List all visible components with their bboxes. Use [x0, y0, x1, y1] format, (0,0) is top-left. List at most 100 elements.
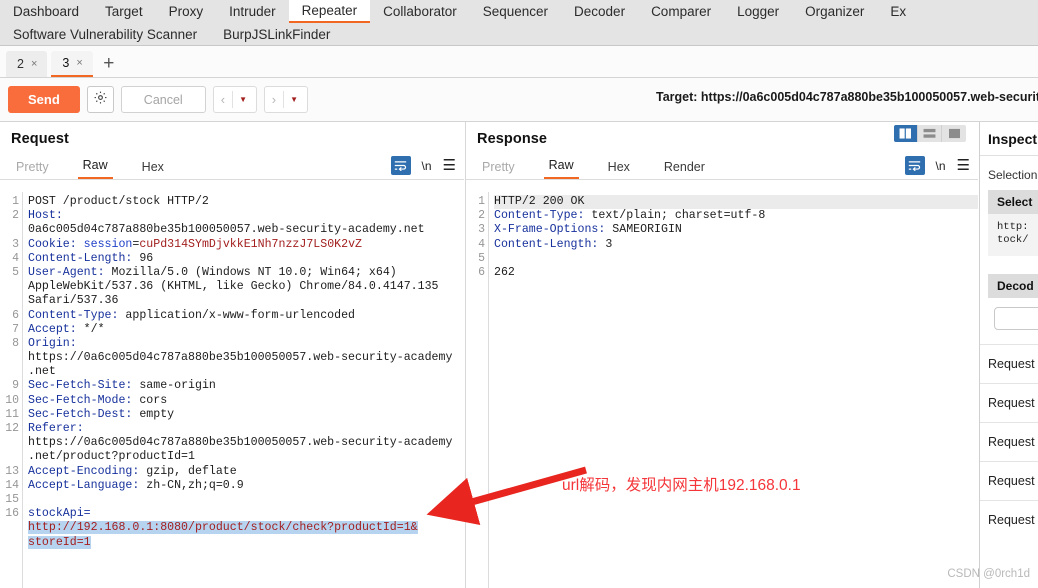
word-wrap-icon[interactable]: [390, 156, 411, 175]
request-tab-raw[interactable]: Raw: [77, 158, 113, 179]
main-tab-decoder[interactable]: Decoder: [561, 0, 638, 23]
response-code-content[interactable]: HTTP/2 200 OK Content-Type: text/plain; c…: [488, 192, 978, 588]
main-tab-logger[interactable]: Logger: [724, 0, 792, 23]
main-tab-ex[interactable]: Ex: [877, 0, 919, 23]
line-number: 1: [478, 195, 485, 208]
chevron-down-icon[interactable]: ▼: [233, 95, 253, 104]
main-tab-proxy[interactable]: Proxy: [156, 0, 217, 23]
main-tab-sequencer[interactable]: Sequencer: [470, 0, 561, 23]
code-span: Safari/537.36: [28, 294, 119, 308]
response-tab-hex[interactable]: Hex: [603, 160, 635, 179]
request-tab-hex[interactable]: Hex: [137, 160, 169, 179]
code-line: Origin:: [28, 337, 464, 351]
response-tab-raw[interactable]: Raw: [543, 158, 579, 179]
code-span: Cookie:: [28, 237, 84, 251]
inspector-row-3[interactable]: Request: [980, 422, 1038, 461]
line-number: 4: [12, 251, 19, 265]
main-tab-intruder[interactable]: Intruder: [216, 0, 289, 23]
main-tab-organizer[interactable]: Organizer: [792, 0, 877, 23]
code-span: Content-Type:: [28, 308, 126, 322]
layout-side-by-side-button[interactable]: [894, 125, 918, 142]
code-span: Sec-Fetch-Mode:: [28, 393, 140, 407]
line-number: 1: [12, 195, 19, 208]
code-line: https://0a6c005d04c787a880be35b100050057…: [28, 351, 464, 365]
request-tab-pretty[interactable]: Pretty: [11, 160, 54, 179]
response-editor[interactable]: 123456 HTTP/2 200 OK Content-Type: text/p…: [466, 192, 978, 588]
word-wrap-icon[interactable]: [904, 156, 925, 175]
request-code-content[interactable]: POST /product/stock HTTP/2 Host: 0a6c005d0…: [22, 192, 464, 588]
repeater-tab-label: 2: [17, 57, 24, 71]
burp-suite-window: Dashboard Target Proxy Intruder Repeater Coll…: [0, 0, 1038, 588]
main-tab-bar: Dashboard Target Proxy Intruder Repeater Coll…: [0, 0, 1038, 46]
code-span: https://0a6c005d04c787a880be35b100050057…: [28, 436, 453, 450]
cancel-button[interactable]: Cancel: [120, 86, 206, 113]
main-tab-row-primary: Dashboard Target Proxy Intruder Repeater Coll…: [0, 0, 1038, 23]
main-tab-software-vulnerability-scanner[interactable]: Software Vulnerability Scanner: [0, 23, 210, 46]
repeater-tab-2[interactable]: 2 ×: [6, 51, 48, 77]
main-tab-target[interactable]: Target: [92, 0, 156, 23]
send-button[interactable]: Send: [8, 86, 80, 113]
code-span: session: [83, 237, 133, 251]
main-tab-label: BurpJSLinkFinder: [223, 27, 331, 42]
chevron-right-icon: ›: [271, 92, 277, 107]
target-url-label: Target: https://0a6c005d04c787a880be35b1…: [656, 90, 1038, 104]
main-tab-label: Comparer: [651, 4, 712, 19]
code-span: cors: [139, 393, 168, 407]
show-newlines-icon[interactable]: \n: [422, 159, 432, 173]
main-tab-dashboard[interactable]: Dashboard: [0, 0, 92, 23]
add-repeater-tab-button[interactable]: +: [97, 51, 121, 77]
forward-nav-button[interactable]: › ▼: [263, 86, 308, 113]
line-number: 9: [12, 379, 19, 393]
main-tab-collaborator[interactable]: Collaborator: [370, 0, 470, 23]
inspector-row-2[interactable]: Request: [980, 383, 1038, 422]
inspector-decoded-input[interactable]: [994, 307, 1038, 330]
code-line: Sec-Fetch-Mode: cors: [28, 394, 464, 408]
response-tab-render[interactable]: Render: [659, 160, 710, 179]
chevron-down-icon[interactable]: ▼: [284, 95, 304, 104]
code-line: Sec-Fetch-Site: same-origin: [28, 379, 464, 393]
code-line: Content-Type: application/x-www-form-url…: [28, 309, 464, 323]
back-nav-button[interactable]: ‹ ▼: [212, 86, 257, 113]
inspector-decoded-header[interactable]: Decod: [988, 274, 1038, 298]
code-span: Referer:: [28, 422, 84, 435]
layout-stacked-button[interactable]: [918, 125, 942, 142]
request-pane-title: Request: [11, 131, 69, 147]
response-tab-pretty[interactable]: Pretty: [477, 160, 520, 179]
repeater-tab-3[interactable]: 3 ×: [51, 51, 93, 77]
request-editor[interactable]: 1 2 3 4 5 6 7 8 9 10 11 12 13 14 15 16 POST /product/st…: [0, 192, 464, 588]
code-span: empty: [139, 407, 175, 421]
inspector-row-1[interactable]: Request: [980, 344, 1038, 383]
code-line: Content-Length: 3: [494, 238, 978, 252]
main-tab-row-secondary: Software Vulnerability Scanner BurpJSLink…: [0, 23, 1038, 46]
main-tab-label: Software Vulnerability Scanner: [13, 27, 198, 42]
hamburger-menu-icon[interactable]: ☰: [957, 158, 970, 173]
watermark-label: CSDN @0rch1d: [947, 568, 1030, 580]
code-line: Accept: */*: [28, 323, 464, 337]
code-span: Host:: [28, 209, 63, 223]
settings-gear-button[interactable]: [86, 86, 114, 113]
main-tab-comparer[interactable]: Comparer: [638, 0, 724, 23]
main-tab-label: Dashboard: [13, 4, 80, 19]
main-tab-repeater[interactable]: Repeater: [288, 0, 371, 23]
code-span: http://192.168.0.1:8080/product/stock/ch…: [28, 521, 418, 535]
main-tab-label: Intruder: [229, 4, 276, 19]
main-tab-label: Ex: [890, 4, 907, 19]
code-line: Accept-Encoding: gzip, deflate: [28, 465, 464, 479]
line-number: [0, 294, 22, 308]
line-number: 2: [12, 209, 19, 223]
layout-single-button[interactable]: [942, 125, 966, 142]
close-icon[interactable]: ×: [31, 58, 37, 70]
code-line: User-Agent: Mozilla/5.0 (Windows NT 10.0…: [28, 266, 464, 280]
show-newlines-icon[interactable]: \n: [936, 159, 946, 173]
close-icon[interactable]: ×: [76, 57, 82, 69]
hamburger-menu-icon[interactable]: ☰: [443, 158, 456, 173]
code-span: Origin:: [28, 336, 77, 350]
line-number: 2: [478, 209, 485, 223]
inspector-row-4[interactable]: Request: [980, 461, 1038, 500]
code-span: .net/product?productId=1: [28, 450, 195, 464]
inspector-row-5[interactable]: Request: [980, 500, 1038, 539]
main-tab-burpjslinkfinder[interactable]: BurpJSLinkFinder: [210, 23, 343, 46]
inspector-selection-header[interactable]: Select: [988, 190, 1038, 214]
response-view-tabs: Pretty Raw Hex Render \n ☰: [466, 153, 978, 180]
